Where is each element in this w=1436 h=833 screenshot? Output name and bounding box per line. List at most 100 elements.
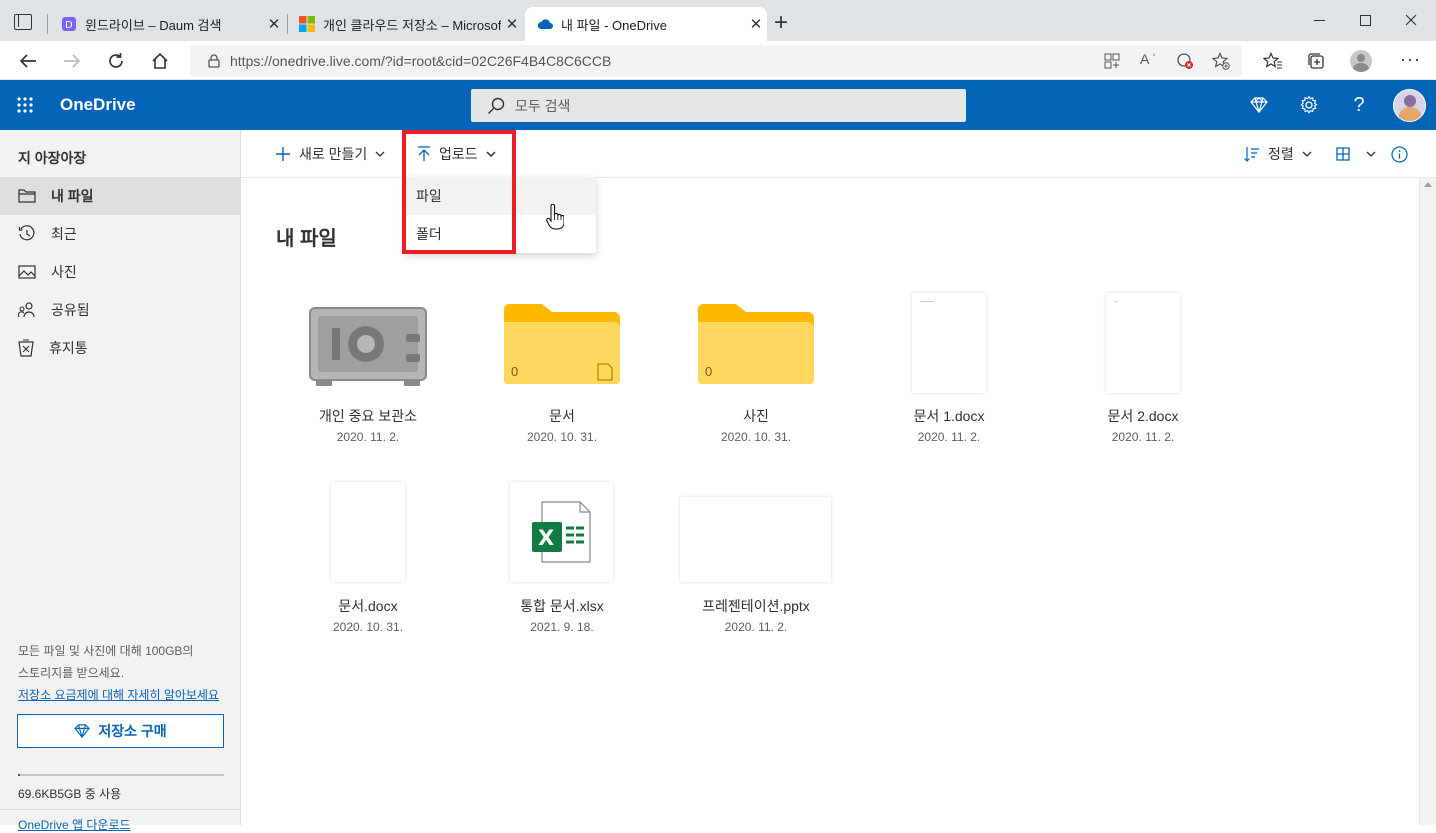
promo-line: 모든 파일 및 사진에 대해 100GB의 xyxy=(18,644,194,658)
app-launcher-icon[interactable] xyxy=(17,97,33,113)
sort-button[interactable]: 정렬 xyxy=(1244,130,1312,178)
back-button[interactable] xyxy=(12,45,44,77)
file-tile-document-2[interactable]: 문서 2.docx 2020. 11. 2. xyxy=(1051,290,1235,450)
file-tile-document[interactable]: 문서.docx 2020. 10. 31. xyxy=(276,480,460,640)
info-button[interactable] xyxy=(1391,130,1416,178)
premium-button[interactable] xyxy=(1244,90,1274,120)
browser-tab-microsoft[interactable]: 개인 클라우드 저장소 – Microsoft ✕ xyxy=(287,7,523,41)
file-tile-document-1[interactable]: 문서 1.docx 2020. 11. 2. xyxy=(857,290,1041,450)
file-tile-workbook[interactable]: X 통합 문서.xlsx 2021. 9. 18. xyxy=(470,480,654,640)
file-tile-documents-folder[interactable]: 0 문서 2020. 10. 31. xyxy=(470,290,654,450)
account-avatar[interactable] xyxy=(1393,89,1426,122)
file-tile-pictures-folder[interactable]: 0 사진 2020. 10. 31. xyxy=(664,290,848,450)
close-tab-icon[interactable]: ✕ xyxy=(263,15,285,33)
vault-icon xyxy=(308,306,428,388)
microsoft-icon xyxy=(299,16,315,32)
sidebar-item-shared[interactable]: 공유됨 xyxy=(0,291,240,329)
home-icon xyxy=(152,52,168,69)
file-name[interactable]: 문서 xyxy=(470,406,654,426)
buy-storage-button[interactable]: 저장소 구매 xyxy=(17,714,224,748)
view-options-button[interactable] xyxy=(1336,130,1376,178)
info-icon xyxy=(1391,145,1408,163)
sidebar-item-photos[interactable]: 사진 xyxy=(0,253,240,291)
sidebar-item-my-files[interactable]: 내 파일 xyxy=(0,177,240,215)
file-date: 2020. 10. 31. xyxy=(720,430,792,444)
read-aloud-icon[interactable]: A ʾ xyxy=(1140,51,1156,67)
favorite-add-icon[interactable] xyxy=(1212,52,1230,70)
close-tab-icon[interactable]: ✕ xyxy=(745,15,767,33)
tracking-blocked-icon[interactable] xyxy=(1176,52,1194,70)
help-icon: ? xyxy=(1353,93,1365,116)
new-tab-button[interactable]: + xyxy=(774,9,794,37)
onedrive-icon xyxy=(537,19,553,29)
sort-icon xyxy=(1244,147,1259,162)
storage-usage-bar xyxy=(18,774,224,776)
document-thumbnail xyxy=(1106,293,1180,393)
diamond-icon xyxy=(1250,97,1268,113)
new-label: 새로 만들기 xyxy=(299,146,368,162)
sidebar-item-label: 내 파일 xyxy=(51,188,94,204)
search-box[interactable]: 모두 검색 xyxy=(471,89,966,122)
storage-usage-fill xyxy=(18,774,20,776)
content-scrollbar[interactable] xyxy=(1419,178,1436,825)
new-button[interactable]: 새로 만들기 xyxy=(275,130,385,178)
file-name[interactable]: 개인 중요 보관소 xyxy=(276,406,460,426)
file-tile-vault[interactable]: 개인 중요 보관소 2020. 11. 2. xyxy=(276,290,460,450)
sidebar-divider xyxy=(0,809,240,810)
file-name[interactable]: 문서.docx xyxy=(276,596,460,616)
close-window-button[interactable] xyxy=(1388,0,1434,40)
chevron-down-icon xyxy=(1302,151,1312,157)
more-options-icon[interactable]: ··· xyxy=(1400,49,1421,70)
daum-icon: D xyxy=(62,17,76,31)
photo-icon xyxy=(18,265,36,279)
grid-view-icon xyxy=(1336,147,1350,161)
tab-title: 내 파일 - OneDrive xyxy=(561,17,667,33)
file-tile-presentation[interactable]: 프레젠테이션.pptx 2020. 11. 2. xyxy=(664,480,848,640)
close-tab-icon[interactable]: ✕ xyxy=(501,15,523,33)
url-field[interactable]: https://onedrive.live.com/?id=root&cid=0… xyxy=(190,45,1242,76)
trash-icon xyxy=(18,339,34,357)
sidebar-item-label: 최근 xyxy=(51,226,77,242)
settings-button[interactable] xyxy=(1294,90,1324,120)
browser-tab-onedrive[interactable]: 내 파일 - OneDrive ✕ xyxy=(525,7,767,41)
close-icon xyxy=(1405,14,1417,26)
file-name[interactable]: 프레젠테이션.pptx xyxy=(664,596,848,616)
file-name[interactable]: 문서 2.docx xyxy=(1051,406,1235,426)
lock-icon xyxy=(208,53,220,68)
tab-actions-icon[interactable] xyxy=(14,14,32,30)
tab-title: 윈드라이브 – Daum 검색 xyxy=(85,17,222,33)
page-title: 내 파일 xyxy=(276,228,337,250)
people-icon xyxy=(18,302,35,318)
folder-item-count: 0 xyxy=(511,364,519,379)
minimize-button[interactable] xyxy=(1296,0,1342,40)
home-button[interactable] xyxy=(144,45,176,77)
browser-tab-daum[interactable]: D 윈드라이브 – Daum 검색 ✕ xyxy=(49,7,285,41)
buy-storage-label: 저장소 구매 xyxy=(98,723,167,739)
excel-file-icon: X xyxy=(510,482,613,582)
collections-icon[interactable] xyxy=(1307,52,1325,70)
storage-usage-text: 69.6KB5GB 중 사용 xyxy=(18,787,122,801)
document-thumbnail xyxy=(912,293,986,393)
help-button[interactable]: ? xyxy=(1344,90,1374,120)
highlight-box xyxy=(402,130,516,254)
favorites-icon[interactable] xyxy=(1263,52,1283,70)
diamond-icon xyxy=(74,724,91,738)
chevron-down-icon xyxy=(1366,151,1376,157)
file-name[interactable]: 통합 문서.xlsx xyxy=(470,596,654,616)
profile-avatar[interactable] xyxy=(1350,50,1372,72)
chevron-down-icon xyxy=(375,151,385,157)
forward-button[interactable] xyxy=(56,45,88,77)
file-name[interactable]: 사진 xyxy=(664,406,848,426)
folder-icon xyxy=(696,302,816,386)
file-date: 2020. 10. 31. xyxy=(332,620,404,634)
file-date: 2020. 11. 2. xyxy=(917,430,981,444)
sidebar-item-recycle-bin[interactable]: 휴지통 xyxy=(0,329,240,367)
user-name: 지 아장아장 xyxy=(18,150,87,166)
maximize-button[interactable] xyxy=(1342,0,1388,40)
storage-plans-link[interactable]: 저장소 요금제에 대해 자세히 알아보세요 xyxy=(18,684,240,706)
sidebar-item-recent[interactable]: 최근 xyxy=(0,215,240,253)
file-name[interactable]: 문서 1.docx xyxy=(857,406,1041,426)
brand-title[interactable]: OneDrive xyxy=(60,95,136,115)
refresh-button[interactable] xyxy=(100,45,132,77)
apps-icon[interactable] xyxy=(1104,53,1120,69)
